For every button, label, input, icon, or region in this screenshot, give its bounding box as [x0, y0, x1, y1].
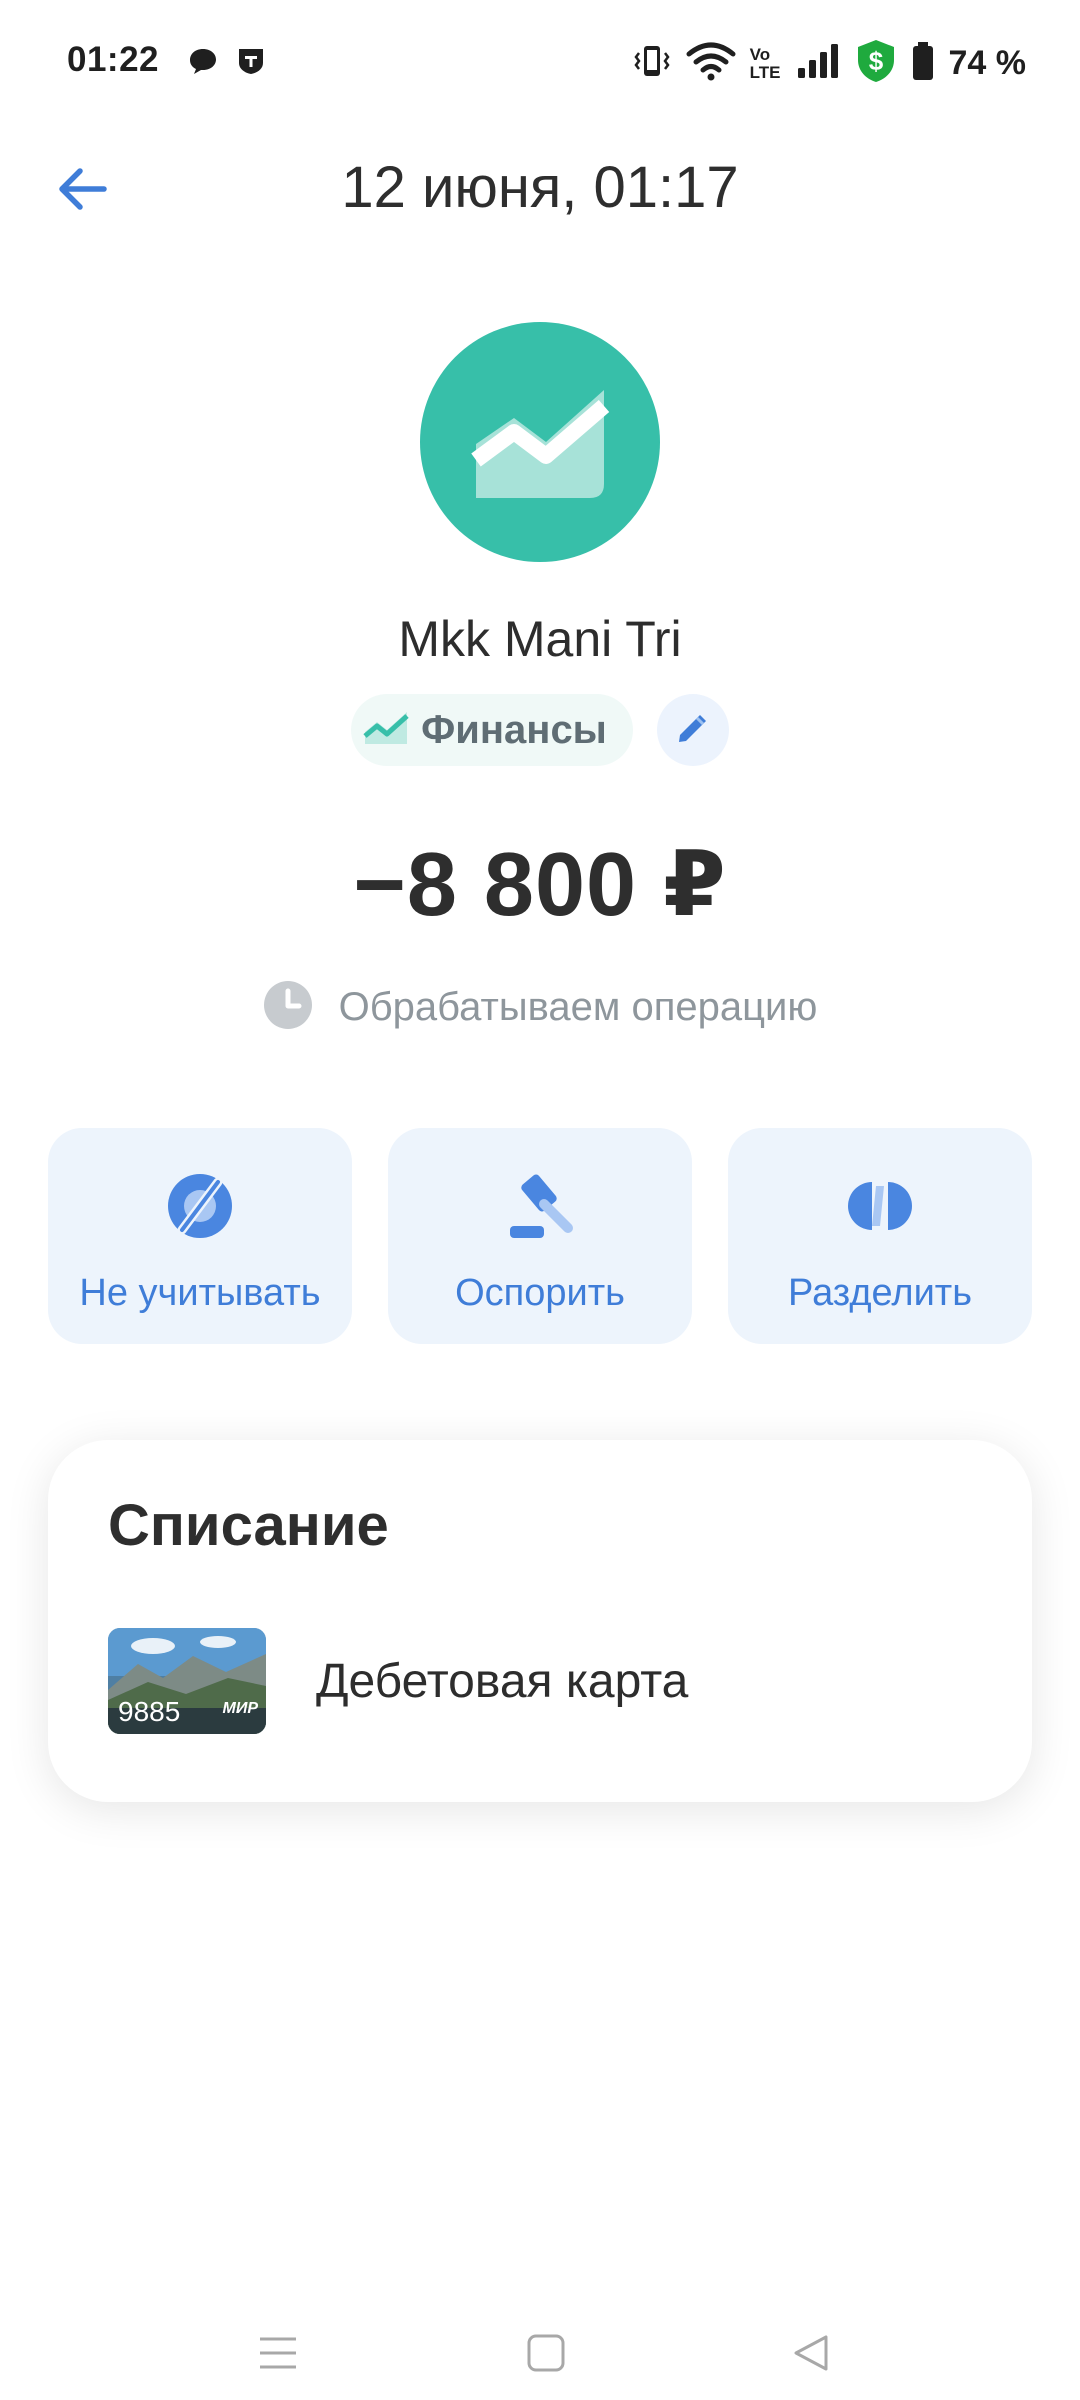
- menu-lines-icon: [258, 2333, 298, 2378]
- writeoff-section: Списание 9885 МИР Дебетовая карта: [48, 1440, 1032, 1802]
- finance-category-icon: [363, 708, 409, 753]
- merchant-name: Mkk Mani Tri: [398, 611, 682, 667]
- header: 12 июня, 01:17: [0, 140, 1080, 240]
- shield-dollar-icon: $: [855, 38, 897, 89]
- operation-status: Обрабатываем операцию: [0, 980, 1080, 1035]
- back-nav-button[interactable]: [772, 2320, 852, 2390]
- clock-icon: [263, 980, 313, 1035]
- category-row: Финансы: [0, 694, 1080, 766]
- status-right-icons: Vo LTE $ 74 %: [632, 38, 1026, 89]
- recent-apps-button[interactable]: [238, 2320, 318, 2390]
- dispute-button[interactable]: Оспорить: [388, 1128, 692, 1344]
- battery-percent: 74 %: [948, 44, 1027, 82]
- pencil-icon: [674, 709, 712, 752]
- volte-bottom-label: LTE: [749, 62, 781, 82]
- gavel-icon: [504, 1166, 576, 1246]
- tinkoff-icon: [236, 46, 266, 81]
- exclude-button[interactable]: Не учитывать: [48, 1128, 352, 1344]
- square-icon: [526, 2333, 566, 2378]
- volte-top-label: Vo: [749, 44, 771, 64]
- transaction-amount: −8 800 ₽: [353, 835, 727, 935]
- triangle-back-icon: [792, 2333, 832, 2378]
- wifi-icon: [686, 41, 736, 86]
- card-brand: МИР: [222, 1700, 258, 1717]
- signal-icon: [795, 41, 841, 86]
- system-nav-bar: [0, 2300, 1080, 2400]
- exclude-icon: [164, 1166, 236, 1246]
- debit-card-row[interactable]: 9885 МИР Дебетовая карта: [108, 1628, 688, 1734]
- exclude-label: Не учитывать: [79, 1272, 321, 1314]
- message-icon: [188, 46, 218, 81]
- status-bar: 01:22 Vo LTE $ 74 %: [0, 0, 1080, 125]
- status-left-icons: [188, 46, 266, 81]
- volte-icon: Vo LTE: [749, 44, 781, 82]
- home-button[interactable]: [506, 2320, 586, 2390]
- split-icon: [842, 1166, 918, 1246]
- split-label: Разделить: [787, 1272, 973, 1314]
- page-title: 12 июня, 01:17: [341, 155, 739, 220]
- card-last4: 9885: [118, 1696, 181, 1727]
- merchant-logo: [420, 322, 660, 562]
- status-time: 01:22: [67, 40, 160, 79]
- action-tiles: Не учитывать Оспорить Разделить: [48, 1128, 1032, 1344]
- battery-icon: [911, 41, 935, 86]
- dispute-label: Оспорить: [455, 1272, 625, 1314]
- category-chip[interactable]: Финансы: [351, 694, 633, 766]
- split-button[interactable]: Разделить: [728, 1128, 1032, 1344]
- edit-category-button[interactable]: [656, 694, 729, 766]
- writeoff-title: Списание: [108, 1493, 389, 1558]
- category-label: Финансы: [421, 707, 607, 752]
- chart-trend-icon: [470, 380, 610, 505]
- card-name: Дебетовая карта: [316, 1654, 689, 1708]
- card-thumbnail: 9885 МИР: [108, 1628, 266, 1734]
- svg-text:$: $: [868, 46, 883, 76]
- vibrate-icon: [632, 41, 672, 86]
- operation-status-text: Обрабатываем операцию: [338, 985, 818, 1029]
